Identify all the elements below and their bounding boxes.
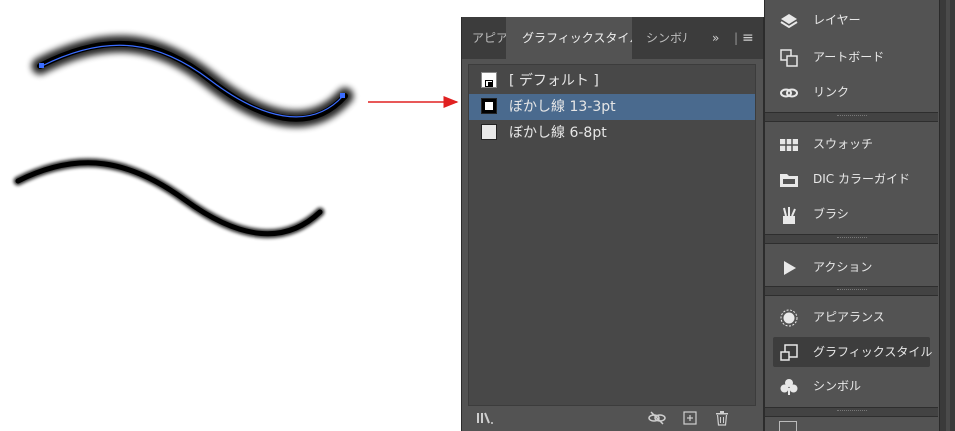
style-item-label: ぼかし線 6-8pt <box>509 125 607 141</box>
partial-icon <box>779 421 797 431</box>
dock-item-graphic-styles[interactable]: グラフィックスタイル <box>765 335 938 369</box>
blurred-stroke-path-selected[interactable] <box>31 35 354 128</box>
panel-menu-icon[interactable]: ≡ <box>742 17 758 59</box>
anchor-point-end <box>340 93 345 98</box>
style-item-blur-13-3pt[interactable]: ぼかし線 13-3pt <box>469 94 755 120</box>
dock-item-label: スウォッチ <box>813 137 874 151</box>
style-swatch-icon <box>481 124 497 140</box>
delete-icon[interactable] <box>715 411 729 431</box>
dock-item-artboards[interactable]: アートボード <box>765 40 938 74</box>
dock-item-actions[interactable]: アクション <box>765 250 938 284</box>
appearance-icon <box>779 308 799 328</box>
dock-item-label: シンボル <box>813 379 862 393</box>
links-icon <box>779 83 799 103</box>
library-icon[interactable] <box>476 411 494 430</box>
tab-symbols[interactable]: シンボル <box>646 17 688 59</box>
dock-item-layers[interactable]: レイヤー <box>765 3 938 37</box>
style-item-label: [ デフォルト ] <box>509 73 599 89</box>
new-style-icon[interactable] <box>683 411 697 430</box>
style-swatch-icon <box>481 98 497 114</box>
dock-item-label: ブラシ <box>813 207 849 221</box>
anchor-point-start <box>39 63 44 68</box>
dock-item-label: アクション <box>813 260 873 274</box>
style-item-default[interactable]: [ デフォルト ] <box>469 68 755 94</box>
dock-item-label: グラフィックスタイル <box>813 345 933 359</box>
dock-group-divider[interactable] <box>765 286 938 296</box>
tab-separator: | <box>734 31 739 45</box>
dock-item-brushes[interactable]: ブラシ <box>765 197 938 231</box>
artboard-canvas[interactable] <box>0 0 460 431</box>
default-style-swatch-icon <box>481 72 497 88</box>
tab-graphic-styles[interactable]: グラフィックスタイル <box>506 17 632 59</box>
dock-item-label: レイヤー <box>813 13 861 27</box>
dock-item-swatches[interactable]: スウォッチ <box>765 127 938 161</box>
artboards-icon <box>779 48 799 68</box>
style-item-label: ぼかし線 13-3pt <box>509 99 616 115</box>
panel-footer <box>462 407 763 431</box>
layers-icon <box>779 11 799 31</box>
dock-group-divider[interactable] <box>765 234 938 244</box>
dock-item-label: アートボード <box>813 50 885 64</box>
dock-group-divider[interactable] <box>765 407 938 417</box>
dock-item-label: アピアランス <box>813 310 885 324</box>
dock-scroll-edge[interactable] <box>939 0 955 431</box>
graphic-styles-list: [ デフォルト ] ぼかし線 13-3pt ぼかし線 6-8pt <box>468 64 756 406</box>
panel-tab-bar: アピアランス グラフィックスタイル シンボル » | ≡ <box>462 17 763 59</box>
dic-color-guide-icon <box>779 170 799 190</box>
swatches-icon <box>779 135 799 155</box>
actions-icon <box>779 258 799 278</box>
dock-item-label: DIC カラーガイド <box>813 172 910 186</box>
symbols-icon <box>779 377 799 397</box>
graphic-styles-panel: アピアランス グラフィックスタイル シンボル » | ≡ [ デフォルト ] ぼ… <box>461 17 764 431</box>
blurred-stroke-path[interactable] <box>13 158 325 239</box>
graphic-styles-icon <box>779 343 799 363</box>
dock-item-links[interactable]: リンク <box>765 75 938 109</box>
dock-item-symbols[interactable]: シンボル <box>765 369 938 403</box>
break-link-icon[interactable] <box>648 411 666 430</box>
panel-dock: レイヤー アートボード リンク スウォッチ DIC カラーガイド ブラシ アクシ… <box>764 0 939 431</box>
style-item-blur-6-8pt[interactable]: ぼかし線 6-8pt <box>469 120 755 146</box>
dock-item-label: リンク <box>813 85 850 99</box>
brushes-icon <box>779 205 799 225</box>
tab-overflow-icon[interactable]: » <box>712 17 732 59</box>
dock-item-appearance[interactable]: アピアランス <box>765 300 938 334</box>
dock-group-divider[interactable] <box>765 112 938 122</box>
dock-item-dic-color-guide[interactable]: DIC カラーガイド <box>765 162 938 196</box>
